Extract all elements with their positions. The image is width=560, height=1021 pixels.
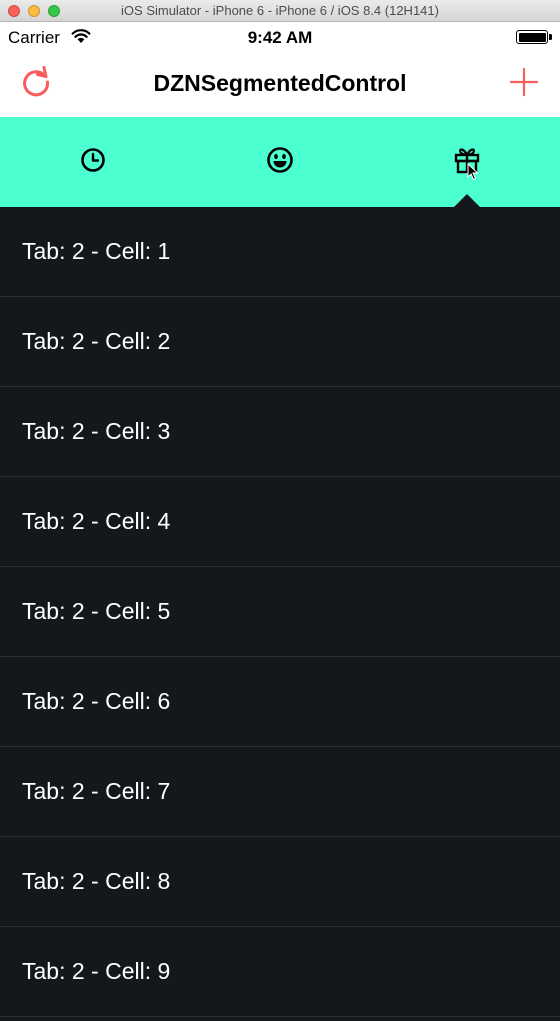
cell-label: Tab: 2 - Cell: 2 [22,328,171,354]
simulator-window: iOS Simulator - iPhone 6 - iPhone 6 / iO… [0,0,560,1021]
table-row[interactable]: Tab: 2 - Cell: 7 [0,747,560,837]
table-row[interactable]: Tab: 2 - Cell: 8 [0,837,560,927]
plus-icon [509,67,539,102]
add-button[interactable] [504,64,544,104]
window-title: iOS Simulator - iPhone 6 - iPhone 6 / iO… [121,3,439,18]
table-row[interactable]: Tab: 2 - Cell: 6 [0,657,560,747]
segment-smiley[interactable] [187,117,374,207]
table-row[interactable]: Tab: 2 - Cell: 5 [0,567,560,657]
selection-indicator [453,194,480,207]
cell-label: Tab: 2 - Cell: 4 [22,508,171,534]
table-row[interactable]: Tab: 2 - Cell: 4 [0,477,560,567]
status-bar: Carrier 9:42 AM [0,22,560,52]
table-row[interactable]: Tab: 2 - Cell: 1 [0,207,560,297]
status-time: 9:42 AM [247,28,313,47]
navigation-bar: DZNSegmentedControl [0,52,560,117]
page-title: DZNSegmentedControl [153,70,407,96]
cell-label: Tab: 2 - Cell: 7 [22,778,171,804]
table-row[interactable]: Tab: 2 - Cell: 3 [0,387,560,477]
table-row[interactable]: Tab: 2 - Cell: 9 [0,927,560,1017]
segment-gift[interactable] [373,117,560,207]
cell-label: Tab: 2 - Cell: 1 [22,238,171,264]
segment-clock[interactable] [0,117,187,207]
smiley-icon [266,146,294,179]
cell-label: Tab: 2 - Cell: 5 [22,598,171,624]
mouse-cursor-icon [467,162,479,186]
clock-icon [80,147,106,178]
table-view: Tab: 2 - Cell: 1 Tab: 2 - Cell: 2 Tab: 2 -… [0,207,560,1017]
table-row[interactable]: Tab: 2 - Cell: 2 [0,297,560,387]
window-titlebar: iOS Simulator - iPhone 6 - iPhone 6 / iO… [0,0,560,22]
cell-label: Tab: 2 - Cell: 6 [22,688,171,714]
cell-label: Tab: 2 - Cell: 8 [22,868,171,894]
cell-label: Tab: 2 - Cell: 9 [22,958,171,984]
battery-icon [516,30,552,44]
segmented-control [0,117,560,207]
cell-label: Tab: 2 - Cell: 3 [22,418,171,444]
